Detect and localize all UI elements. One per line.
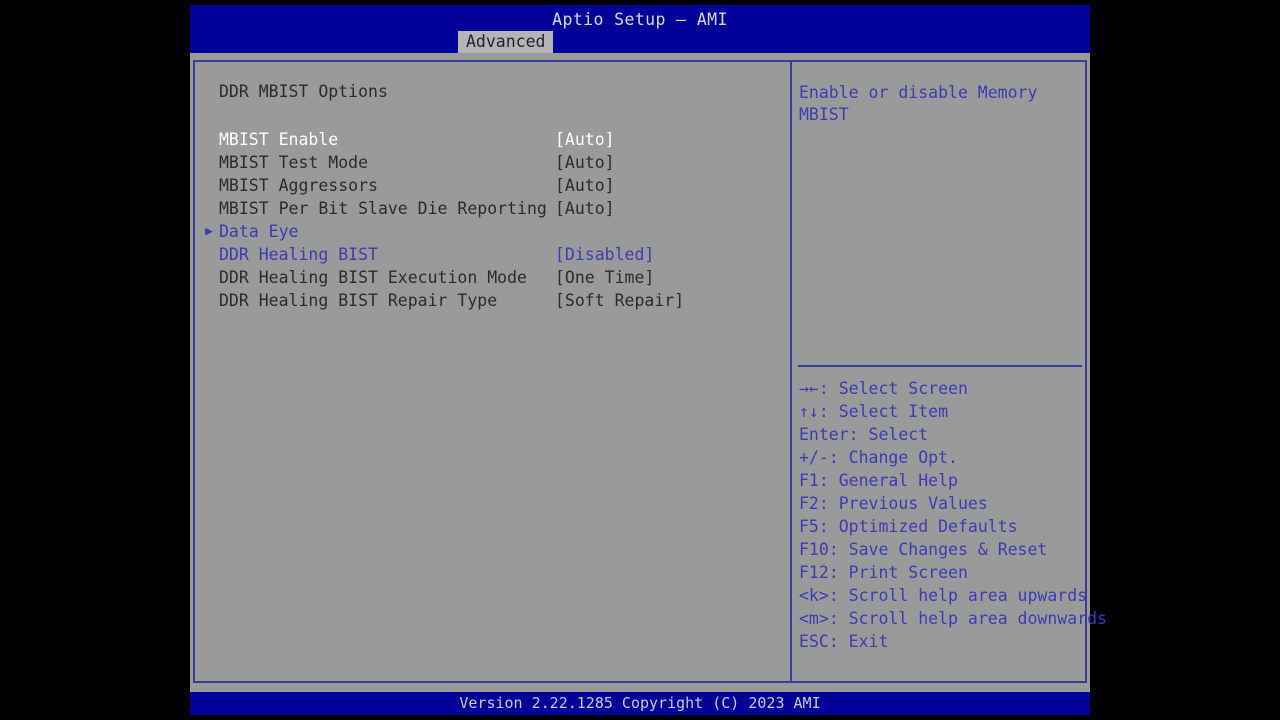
legend-row: F2: Previous Values	[799, 492, 1085, 515]
options-pane: DDR MBIST Options MBIST Enable [Auto] MBIS…	[195, 62, 789, 681]
option-row[interactable]: MBIST Enable [Auto]	[195, 128, 789, 151]
legend-key: F10	[799, 540, 829, 559]
legend-key: ESC	[799, 632, 829, 651]
legend-text: : Scroll help area upwards	[828, 586, 1088, 605]
legend-row: <m>: Scroll help area downwards	[799, 607, 1107, 630]
legend-key: Enter	[799, 425, 849, 444]
legend-text: : Print Screen	[828, 563, 968, 582]
option-value[interactable]: [Auto]	[555, 151, 615, 174]
version-text: Version 2.22.1285 Copyright (C) 2023 AMI	[459, 694, 821, 712]
legend-row: →←: Select Screen	[799, 377, 1085, 400]
legend-key: +/-	[799, 448, 829, 467]
legend-text: : Select Screen	[818, 379, 968, 398]
option-row[interactable]: DDR Healing BIST Execution Mode [One Time…	[195, 266, 789, 289]
legend-key: F2	[799, 494, 819, 513]
app-title: Aptio Setup – AMI	[552, 10, 728, 29]
option-row[interactable]: DDR Healing BIST [Disabled]	[195, 243, 789, 266]
key-legend: →←: Select Screen ↑↓: Select Item Enter: S…	[799, 377, 1107, 653]
legend-text: : Previous Values	[818, 494, 988, 513]
legend-row: F5: Optimized Defaults	[799, 515, 1085, 538]
option-row[interactable]: MBIST Test Mode [Auto]	[195, 151, 789, 174]
option-row[interactable]: MBIST Per Bit Slave Die Reporting [Auto]	[195, 197, 789, 220]
footer-bar: Version 2.22.1285 Copyright (C) 2023 AMI	[190, 692, 1090, 715]
legend-text: : Select	[848, 425, 929, 444]
legend-row: Enter: Select	[799, 423, 1085, 446]
option-label: DDR Healing BIST Execution Mode	[219, 268, 527, 287]
legend-key: F1	[799, 471, 819, 490]
bios-setup-screen: Aptio Setup – AMI Advanced DDR MBIST Opt…	[190, 5, 1107, 715]
content-frame: DDR MBIST Options MBIST Enable [Auto] MBIS…	[193, 60, 1107, 683]
tab-strip: Advanced	[190, 31, 1090, 53]
option-value[interactable]: [Disabled]	[555, 243, 654, 266]
option-row[interactable]: ▶ Data Eye	[195, 220, 789, 243]
option-value[interactable]: [Auto]	[555, 197, 615, 220]
legend-text: : Select Item	[818, 402, 949, 421]
legend-row: F12: Print Screen	[799, 561, 1085, 584]
legend-text: : Change Opt.	[828, 448, 958, 467]
tab-advanced[interactable]: Advanced	[458, 31, 554, 53]
option-value[interactable]: [Auto]	[555, 174, 615, 197]
help-pane: Enable or disable Memory MBIST →←: Selec…	[793, 62, 1107, 681]
legend-key: →←	[799, 379, 819, 398]
legend-key: F12	[799, 563, 829, 582]
legend-row: ↑↓: Select Item	[799, 400, 1085, 423]
legend-key: <m>	[799, 609, 829, 628]
option-label: MBIST Per Bit Slave Die Reporting	[219, 199, 547, 218]
option-row[interactable]: DDR Healing BIST Repair Type [Soft Repair…	[195, 289, 789, 312]
legend-text: : Exit	[828, 632, 889, 651]
option-row[interactable]: MBIST Aggressors [Auto]	[195, 174, 789, 197]
legend-row: +/-: Change Opt.	[799, 446, 1085, 469]
legend-row: F10: Save Changes & Reset	[799, 538, 1085, 561]
option-label: DDR Healing BIST	[219, 245, 378, 264]
pane-divider	[790, 62, 792, 681]
legend-row: F1: General Help	[799, 469, 1085, 492]
option-value[interactable]: [Auto]	[555, 128, 615, 151]
legend-text: : Scroll help area downwards	[828, 609, 1107, 628]
help-divider	[798, 365, 1082, 367]
legend-text: : Optimized Defaults	[818, 517, 1018, 536]
option-list: MBIST Enable [Auto] MBIST Test Mode [Auto] M…	[195, 128, 789, 312]
option-label: MBIST Enable	[219, 130, 339, 149]
legend-text: : Save Changes & Reset	[828, 540, 1048, 559]
legend-key: F5	[799, 517, 819, 536]
legend-key: ↑↓	[799, 402, 819, 421]
help-description: Enable or disable Memory MBIST	[799, 83, 1038, 124]
option-label: MBIST Test Mode	[219, 153, 369, 172]
option-value[interactable]: [Soft Repair]	[555, 289, 684, 312]
legend-row: <k>: Scroll help area upwards	[799, 584, 1088, 607]
legend-key: <k>	[799, 586, 829, 605]
legend-text: : General Help	[818, 471, 958, 490]
submenu-arrow-icon: ▶	[205, 224, 213, 239]
title-bar: Aptio Setup – AMI Advanced	[190, 5, 1090, 53]
option-label: Data Eye	[219, 222, 299, 241]
option-label: DDR Healing BIST Repair Type	[219, 291, 498, 310]
option-label: MBIST Aggressors	[219, 176, 378, 195]
legend-row: ESC: Exit	[799, 630, 1085, 653]
section-title: DDR MBIST Options	[219, 82, 388, 101]
option-value[interactable]: [One Time]	[555, 266, 654, 289]
